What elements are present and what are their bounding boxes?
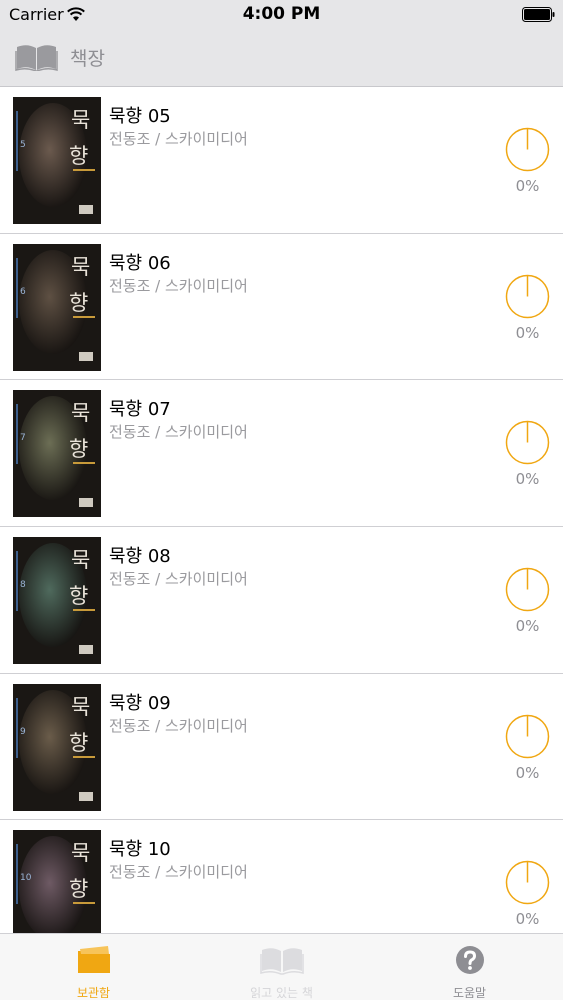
svg-text:향: 향 [69, 877, 88, 901]
progress-percent: 0% [515, 323, 540, 342]
book-cover: 묵 향 9 [13, 683, 101, 811]
book-title: 묵향 09 [109, 692, 171, 714]
svg-text:5: 5 [20, 140, 26, 150]
svg-text:6: 6 [20, 287, 26, 297]
clock: 4:00 PM [242, 4, 321, 24]
svg-text:향: 향 [69, 731, 88, 755]
progress-percent: 0% [515, 617, 540, 636]
book-list[interactable]: 묵 향 5 묵향 05 전동조 / 스카이미디어 0% 묵 향 6 묵향 06 … [0, 87, 563, 933]
svg-text:향: 향 [69, 584, 88, 608]
book-cover: 묵 향 6 [13, 243, 101, 371]
tab-help[interactable]: 도움말 [376, 934, 563, 1001]
open-book-icon [259, 948, 304, 975]
progress-ring-icon [505, 714, 550, 758]
tab-label: 읽고 있는 책 [250, 986, 313, 1000]
book-author: 전동조 / 스카이미디어 [109, 276, 248, 295]
tab-reading[interactable]: 읽고 있는 책 [188, 934, 375, 1001]
svg-text:9: 9 [20, 727, 26, 737]
svg-text:8: 8 [20, 580, 26, 590]
book-row[interactable]: 묵 향 8 묵향 08 전동조 / 스카이미디어 0% [0, 527, 563, 674]
book-title: 묵향 10 [109, 839, 171, 861]
svg-text:묵: 묵 [71, 108, 90, 132]
book-cover: 묵 향 8 [13, 537, 101, 665]
svg-text:향: 향 [69, 144, 88, 168]
tab-bar: 보관함 읽고 있는 책 도움말 [0, 933, 563, 1000]
book-row[interactable]: 묵 향 9 묵향 09 전동조 / 스카이미디어 0% [0, 673, 563, 821]
book-author: 전동조 / 스카이미디어 [109, 423, 248, 442]
progress-ring-icon [505, 421, 550, 465]
book-author: 전동조 / 스카이미디어 [109, 863, 248, 882]
book-title: 묵향 07 [109, 399, 171, 421]
tab-label: 도움말 [452, 986, 487, 1000]
tab-label: 보관함 [76, 986, 111, 1000]
book-cover: 묵 향 7 [13, 390, 101, 518]
open-book-icon [15, 45, 58, 71]
book-cover: 묵 향 5 [13, 97, 101, 224]
svg-text:10: 10 [20, 873, 32, 883]
progress-percent: 0% [515, 470, 540, 489]
progress-ring-icon [505, 861, 550, 905]
svg-text:묵: 묵 [71, 841, 90, 865]
book-row[interactable]: 묵 향 7 묵향 07 전동조 / 스카이미디어 0% [0, 380, 563, 528]
progress-ring-icon [505, 127, 550, 172]
book-title: 묵향 06 [109, 252, 171, 274]
svg-text:7: 7 [20, 433, 26, 443]
book-author: 전동조 / 스카이미디어 [109, 130, 248, 148]
svg-text:묵: 묵 [71, 548, 90, 572]
battery-icon [522, 7, 555, 22]
navigation-bar: 책장 [0, 30, 563, 87]
help-icon [455, 946, 484, 974]
svg-text:향: 향 [69, 291, 88, 315]
book-author: 전동조 / 스카이미디어 [109, 716, 248, 735]
book-row[interactable]: 묵 향 5 묵향 05 전동조 / 스카이미디어 0% [0, 87, 563, 234]
svg-text:향: 향 [69, 437, 88, 461]
book-cover: 묵 향 10 [13, 830, 101, 933]
book-title: 묵향 08 [109, 546, 171, 568]
book-author: 전동조 / 스카이미디어 [109, 570, 248, 589]
book-row[interactable]: 묵 향 6 묵향 06 전동조 / 스카이미디어 0% [0, 233, 563, 381]
svg-text:묵: 묵 [71, 401, 90, 425]
progress-percent: 0% [515, 763, 540, 782]
status-bar: Carrier 4:00 PM [0, 0, 563, 30]
book-row[interactable]: 묵 향 10 묵향 10 전동조 / 스카이미디어 0% [0, 820, 563, 933]
progress-percent: 0% [515, 177, 540, 195]
progress-percent: 0% [515, 910, 540, 929]
tab-library[interactable]: 보관함 [0, 934, 187, 1001]
page-title: 책장 [70, 48, 105, 70]
svg-text:묵: 묵 [71, 255, 90, 279]
book-title: 묵향 05 [109, 106, 171, 127]
folder-icon [77, 946, 110, 973]
progress-ring-icon [505, 567, 550, 612]
progress-ring-icon [505, 274, 550, 318]
svg-text:묵: 묵 [71, 695, 90, 719]
